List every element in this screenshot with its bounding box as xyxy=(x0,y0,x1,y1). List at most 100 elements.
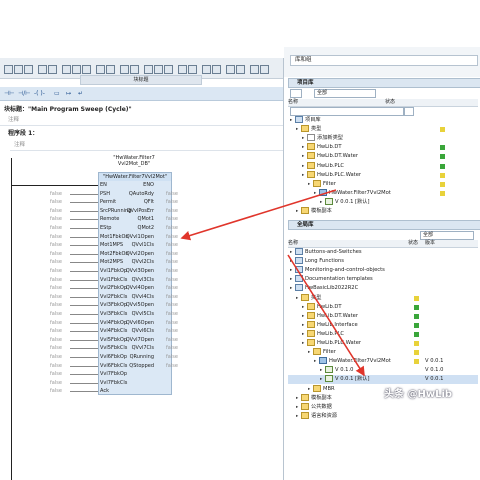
pin-value[interactable]: false xyxy=(166,224,178,233)
pin-value[interactable]: false xyxy=(166,293,178,302)
tree-item[interactable]: ▸ HwLib.PLC xyxy=(288,329,478,339)
output-pin[interactable]: QVvl1Cls false xyxy=(120,241,190,250)
tree-item[interactable]: ▸ 公共数据 xyxy=(288,402,478,412)
pin-value[interactable]: false xyxy=(166,310,178,319)
pin-value[interactable]: false xyxy=(166,233,178,242)
tree-item[interactable]: ▸ Monitoring-and-control-objects xyxy=(288,266,478,275)
pin-value[interactable]: false xyxy=(166,336,178,345)
pin-value[interactable]: false xyxy=(50,362,62,371)
tree-item[interactable]: ▸ Filter xyxy=(288,348,478,357)
output-pin[interactable]: QVvl3Open false xyxy=(120,267,190,276)
pin-value[interactable]: false xyxy=(50,258,62,267)
project-library-filter-select[interactable]: 全部 xyxy=(314,89,376,98)
block-comment[interactable]: 注释 xyxy=(8,115,19,123)
pin-value[interactable]: false xyxy=(166,284,178,293)
pin-value[interactable]: false xyxy=(50,379,62,388)
column-name[interactable]: 名称 xyxy=(288,240,298,246)
toolbar-button[interactable] xyxy=(212,65,221,74)
pin-value[interactable]: false xyxy=(50,233,62,242)
pin-value[interactable]: false xyxy=(50,387,62,396)
pin-value[interactable]: false xyxy=(50,319,62,328)
toolbar-button[interactable] xyxy=(144,65,153,74)
coil-icon[interactable]: -( )- xyxy=(34,90,45,97)
output-pin[interactable]: QStopped false xyxy=(120,362,190,371)
pin-value[interactable]: false xyxy=(166,215,178,224)
toolbar-button[interactable] xyxy=(48,65,57,74)
output-pin[interactable]: QVvl3Cls false xyxy=(120,276,190,285)
project-library-search[interactable] xyxy=(290,107,404,116)
toolbar-button[interactable] xyxy=(250,65,259,74)
tree-item[interactable]: ▸ Filter xyxy=(288,179,478,189)
toolbar-button[interactable] xyxy=(188,65,197,74)
tree-item[interactable]: ▸ Long Functions xyxy=(288,257,478,266)
pin-value[interactable]: false xyxy=(166,362,178,371)
tree-item[interactable]: ▸ 添加新类型 xyxy=(288,134,478,143)
network-title[interactable]: 程序段 1： xyxy=(8,128,38,137)
pin-value[interactable]: false xyxy=(50,276,62,285)
pin-value[interactable]: false xyxy=(50,190,62,199)
open-branch-icon[interactable]: ↦ xyxy=(66,90,71,97)
column-status[interactable]: 状态 xyxy=(385,99,395,106)
pin-value[interactable]: false xyxy=(166,190,178,199)
tree-item[interactable]: ▸ V 0.0.1 [默认] xyxy=(288,197,478,207)
tree-item[interactable]: ▸ HwLib.DT xyxy=(288,143,478,152)
toolbar-button[interactable] xyxy=(226,65,235,74)
tree-item[interactable]: ▸ 模板副本 xyxy=(288,207,478,216)
pin-value[interactable]: false xyxy=(50,241,62,250)
pin-value[interactable]: false xyxy=(50,215,62,224)
contact-nc-icon[interactable]: ⊣/⊢ xyxy=(18,90,30,97)
toolbar-button[interactable] xyxy=(24,65,33,74)
pin-value[interactable]: false xyxy=(166,198,178,207)
toolbar-button[interactable] xyxy=(14,65,23,74)
output-pin[interactable]: QVvl1Open false xyxy=(120,233,190,242)
output-pin[interactable]: QMot1 false xyxy=(120,215,190,224)
pin-value[interactable]: false xyxy=(50,284,62,293)
pin-value[interactable]: false xyxy=(166,327,178,336)
pin-value[interactable]: false xyxy=(50,370,62,379)
tree-item[interactable]: ▸ 项目库 xyxy=(288,116,478,125)
toolbar-button[interactable] xyxy=(236,65,245,74)
global-library-filter-select[interactable]: 全部 xyxy=(420,231,474,240)
toolbar-button[interactable] xyxy=(4,65,13,74)
tree-item[interactable]: ▸ 类型 xyxy=(288,125,478,134)
tree-item[interactable]: ▸ 类型 xyxy=(288,293,478,303)
toolbar-button[interactable] xyxy=(154,65,163,74)
output-pin[interactable]: QRunning false xyxy=(120,353,190,362)
toolbar-button[interactable] xyxy=(38,65,47,74)
column-version[interactable]: 版本 xyxy=(425,240,435,247)
block-title[interactable]: 块标题："Main Program Sweep (Cycle)" xyxy=(4,104,132,113)
toolbar-button[interactable] xyxy=(130,65,139,74)
toolbar-button[interactable] xyxy=(178,65,187,74)
pin-value[interactable]: false xyxy=(50,207,62,216)
toolbar-button[interactable] xyxy=(120,65,129,74)
tree-item[interactable]: ▸ HwLib.DT.Water xyxy=(288,152,478,161)
toolbar-button[interactable] xyxy=(260,65,269,74)
block-interface-header[interactable]: 块标题 xyxy=(80,75,202,85)
pin-value[interactable]: false xyxy=(50,336,62,345)
pin-value[interactable]: false xyxy=(166,267,178,276)
pin-value[interactable]: false xyxy=(50,301,62,310)
output-pin[interactable]: QVvl6Open false xyxy=(120,319,190,328)
tree-item[interactable]: ▸ 语言和资源 xyxy=(288,411,478,421)
output-pin[interactable]: QMot2 false xyxy=(120,224,190,233)
pin-value[interactable]: false xyxy=(166,207,178,216)
output-pin[interactable]: ENO xyxy=(120,181,190,190)
tree-item[interactable]: ▸ HwLib.DT xyxy=(288,302,478,312)
pin-value[interactable]: false xyxy=(166,258,178,267)
output-pin[interactable]: QAutoRdy false xyxy=(120,190,190,199)
pin-value[interactable]: false xyxy=(166,241,178,250)
pin-value[interactable]: false xyxy=(50,353,62,362)
tree-item[interactable]: ▸ HwWater.Filter7Vvl2Mot xyxy=(288,188,478,198)
global-library-header[interactable]: 全局库 xyxy=(288,220,480,230)
project-library-header[interactable]: 项目库 xyxy=(288,78,480,88)
tree-item[interactable]: ▸ HwBasicLib2022R2C xyxy=(288,284,478,293)
tree-item[interactable]: ▸ HwLib.PLC xyxy=(288,161,478,171)
pin-value[interactable]: false xyxy=(50,224,62,233)
filter-dropdown[interactable] xyxy=(290,89,302,98)
output-pin[interactable]: QFlt false xyxy=(120,198,190,207)
tree-item[interactable]: ▸ V 0.1.0 V 0.1.0 xyxy=(288,366,478,375)
toolbar-button[interactable] xyxy=(72,65,81,74)
output-pin[interactable]: QVvl4Cls false xyxy=(120,293,190,302)
pin-value[interactable]: false xyxy=(50,344,62,353)
tree-item[interactable]: ▸ Documentation templates xyxy=(288,275,478,284)
